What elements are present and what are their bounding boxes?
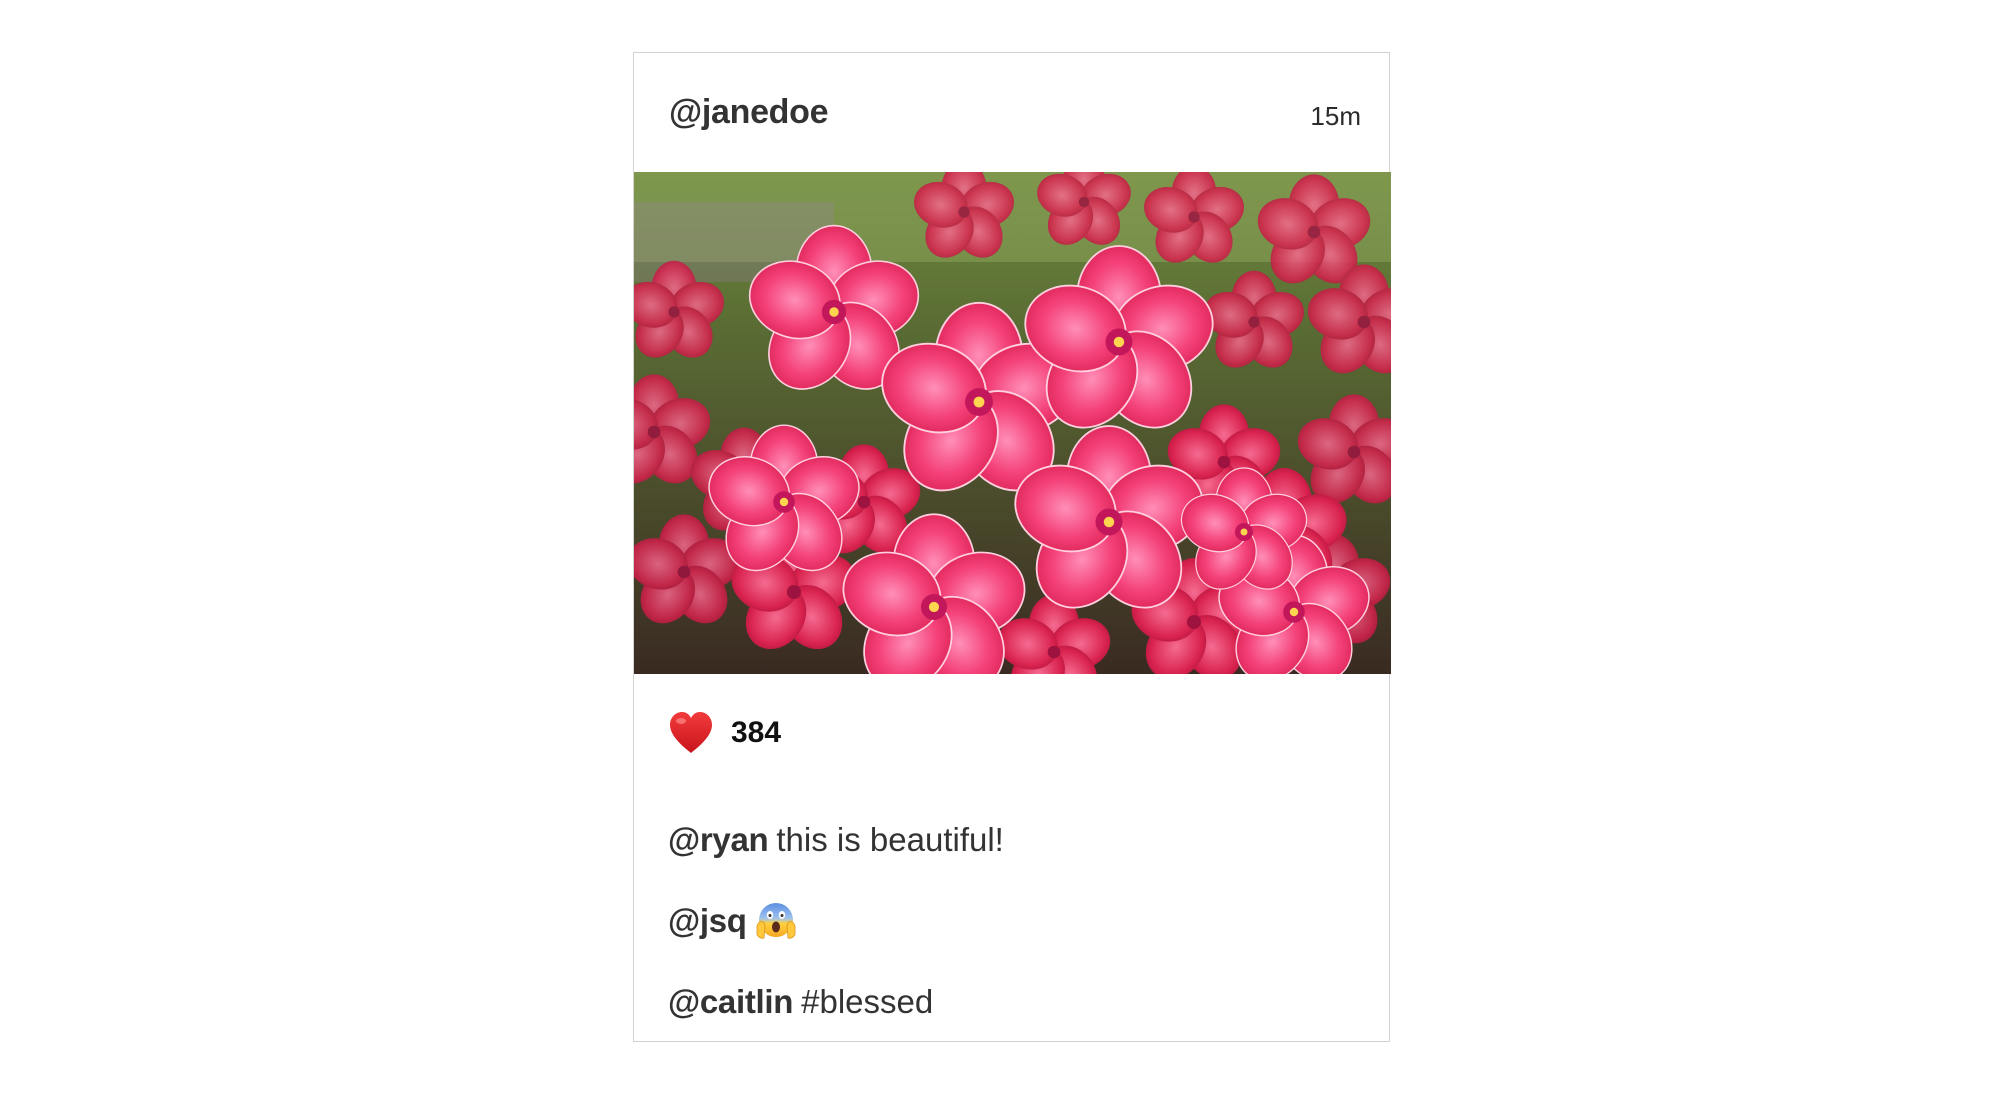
- post-header: @janedoe 15m: [634, 53, 1389, 172]
- like-count: 384: [731, 716, 782, 749]
- post-photo[interactable]: [634, 172, 1391, 674]
- comments-list: @ryan this is beautiful! @jsq @caitlin #…: [668, 799, 1359, 1042]
- comment: @ryan this is beautiful!: [668, 799, 1359, 880]
- author-username[interactable]: @janedoe: [669, 93, 829, 132]
- screaming-face-emoji-icon: [756, 902, 796, 939]
- comment-username[interactable]: @caitlin: [668, 985, 793, 1018]
- comment-text: this is beautiful!: [776, 821, 1004, 858]
- comment: @caitlin #blessed: [668, 961, 1359, 1042]
- comment-text[interactable]: #blessed: [801, 985, 933, 1018]
- heart-icon[interactable]: [668, 711, 714, 755]
- comment-username[interactable]: @ryan: [668, 823, 769, 856]
- comment-username[interactable]: @jsq: [668, 904, 747, 937]
- comment: @jsq: [668, 880, 1359, 961]
- likes-row: 384: [668, 708, 781, 758]
- post-timestamp: 15m: [1310, 101, 1361, 131]
- post-card: @janedoe 15m 384 @ryan this is beautiful…: [633, 52, 1391, 1042]
